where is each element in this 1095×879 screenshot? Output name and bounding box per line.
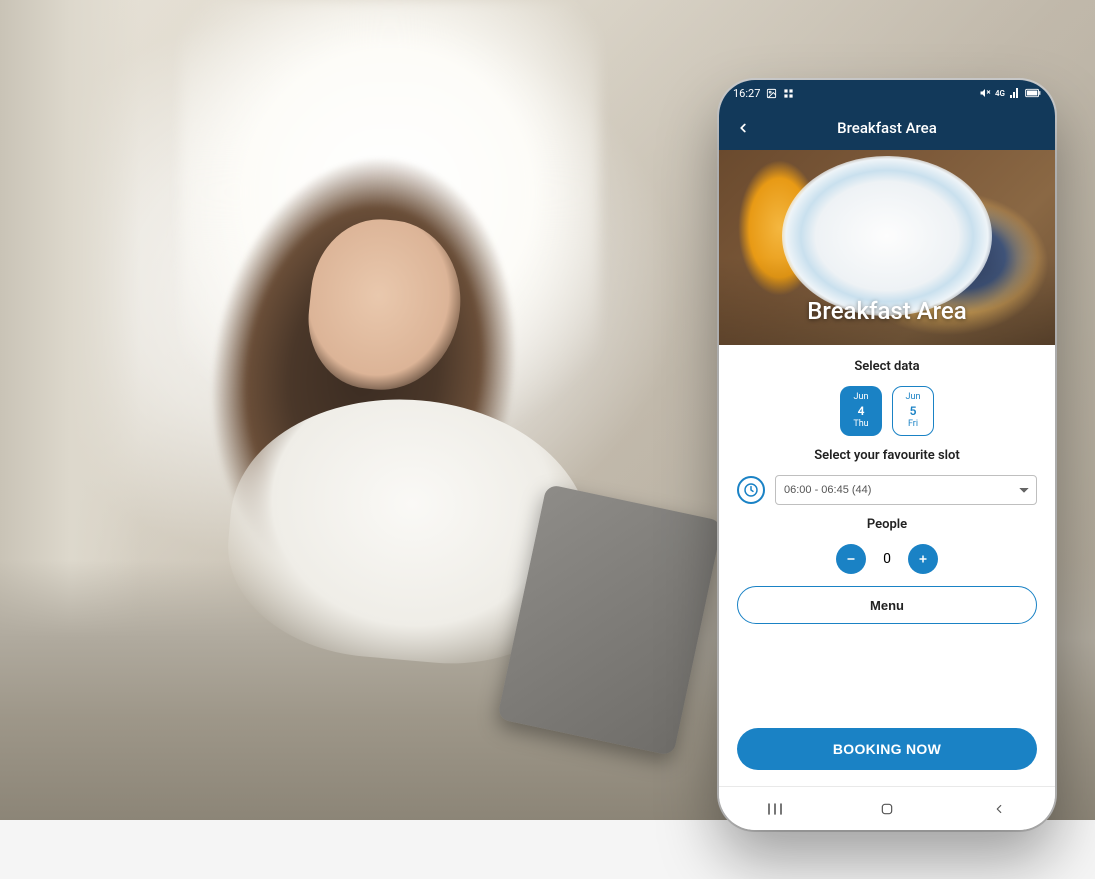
select-date-label: Select data xyxy=(854,359,919,374)
date-month: Jun xyxy=(854,392,869,403)
mute-icon xyxy=(979,87,991,99)
home-icon xyxy=(879,801,895,817)
phone-frame: 16:27 4G Breakfast Area Breakfast Area S… xyxy=(719,80,1055,830)
chevron-left-icon xyxy=(992,802,1006,816)
battery-icon xyxy=(1025,88,1041,98)
nav-back-button[interactable] xyxy=(979,802,1019,816)
select-slot-label: Select your favourite slot xyxy=(814,448,960,463)
date-weekday: Thu xyxy=(853,419,868,430)
hero-image: Breakfast Area xyxy=(719,150,1055,345)
people-label: People xyxy=(867,517,907,532)
increment-button[interactable] xyxy=(908,544,938,574)
apps-icon xyxy=(783,88,794,99)
date-weekday: Fri xyxy=(908,419,918,430)
date-chip-jun-5[interactable]: Jun 5 Fri xyxy=(892,386,934,436)
chevron-left-icon xyxy=(736,121,750,135)
date-chip-jun-4[interactable]: Jun 4 Thu xyxy=(840,386,882,436)
hero-title: Breakfast Area xyxy=(807,297,966,325)
time-slot-select[interactable]: 06:00 - 06:45 (44) xyxy=(775,475,1037,505)
status-bar: 16:27 4G xyxy=(719,80,1055,106)
status-time: 16:27 xyxy=(733,87,760,100)
date-month: Jun xyxy=(906,392,921,403)
date-day: 5 xyxy=(910,404,917,418)
booking-form: Select data Jun 4 Thu Jun 5 Fri Select y… xyxy=(719,345,1055,786)
home-button[interactable] xyxy=(867,801,907,817)
hero-plate xyxy=(782,156,992,316)
people-count: 0 xyxy=(880,551,894,567)
minus-icon xyxy=(845,553,857,565)
plus-icon xyxy=(917,553,929,565)
menu-button[interactable]: Menu xyxy=(737,586,1037,624)
network-4g-icon: 4G xyxy=(995,89,1005,98)
photo-icon xyxy=(766,88,777,99)
recents-icon xyxy=(765,802,785,816)
back-button[interactable] xyxy=(729,106,757,150)
header-title: Breakfast Area xyxy=(837,119,937,137)
app-header: Breakfast Area xyxy=(719,106,1055,150)
signal-icon xyxy=(1009,87,1021,99)
date-picker: Jun 4 Thu Jun 5 Fri xyxy=(840,386,934,436)
clock-icon xyxy=(737,476,765,504)
booking-now-button[interactable]: BOOKING NOW xyxy=(737,728,1037,770)
recents-button[interactable] xyxy=(755,802,795,816)
android-nav-bar xyxy=(719,786,1055,830)
date-day: 4 xyxy=(858,404,865,418)
people-stepper: 0 xyxy=(836,544,938,574)
decrement-button[interactable] xyxy=(836,544,866,574)
